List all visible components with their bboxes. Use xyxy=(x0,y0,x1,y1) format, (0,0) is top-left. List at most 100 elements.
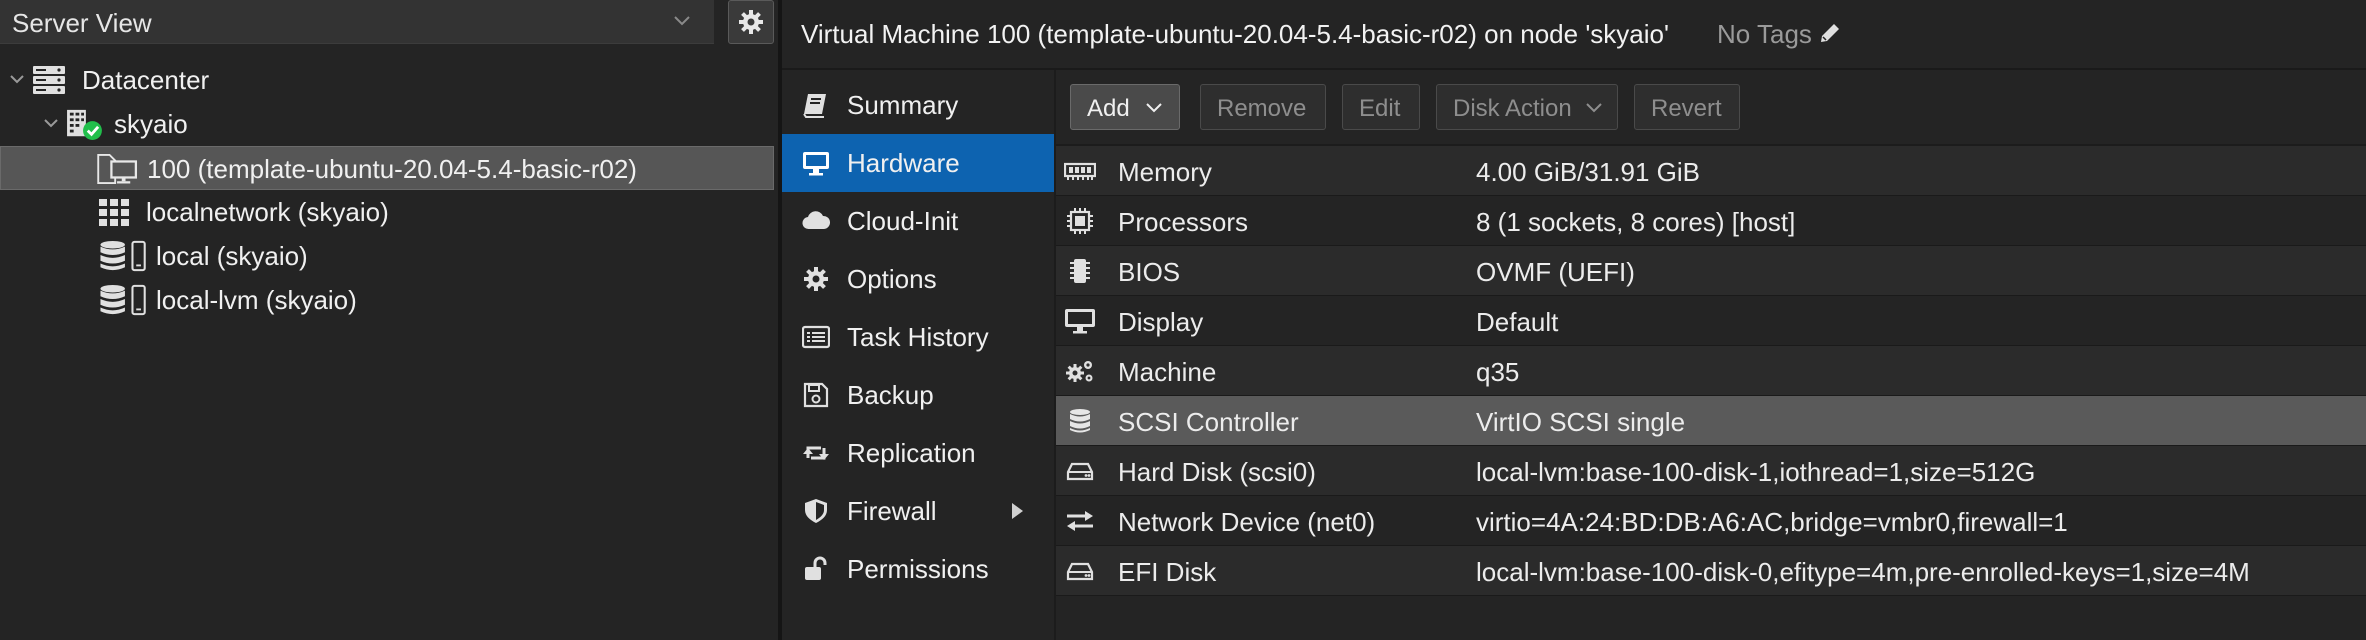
hardware-value: virtio=4A:24:BD:DB:A6:AC,bridge=vmbr0,fi… xyxy=(1476,507,2068,537)
hdd-icon xyxy=(1066,562,1094,581)
hardware-toolbar: Add Remove Edit Disk Action Revert xyxy=(1056,70,2366,146)
nav-firewall[interactable]: Firewall xyxy=(782,482,1054,540)
tree-item-storage-local[interactable]: local (skyaio) xyxy=(0,234,774,278)
nav-label: Task History xyxy=(847,322,989,352)
unlock-icon xyxy=(805,556,827,580)
node-online-icon xyxy=(67,109,102,140)
revert-button[interactable]: Revert xyxy=(1634,84,1740,130)
hardware-name: Display xyxy=(1118,307,1204,337)
hardware-row-display[interactable]: Display Default xyxy=(1056,296,2366,346)
memory-icon xyxy=(1064,162,1096,180)
hardware-row-scsi-controller[interactable]: SCSI Controller VirtIO SCSI single xyxy=(1056,396,2366,446)
add-button-label: Add xyxy=(1087,95,1130,122)
nav-task-history[interactable]: Task History xyxy=(782,308,1054,366)
hardware-value: OVMF (UEFI) xyxy=(1476,257,1635,287)
hardware-name: Processors xyxy=(1118,207,1249,237)
hardware-row-network-device[interactable]: Network Device (net0) virtio=4A:24:BD:DB… xyxy=(1056,496,2366,546)
tree-item-label: 100 (template-ubuntu-20.04-5.4-basic-r02… xyxy=(147,154,637,184)
nav-summary[interactable]: Summary xyxy=(782,76,1054,134)
hardware-value: local-lvm:base-100-disk-1,iothread=1,siz… xyxy=(1476,457,2036,487)
database-icon xyxy=(1070,409,1090,433)
hardware-value: q35 xyxy=(1476,357,1520,387)
hdd-icon xyxy=(1066,462,1094,481)
remove-button[interactable]: Remove xyxy=(1200,84,1326,130)
hardware-name: BIOS xyxy=(1118,257,1181,287)
hardware-name: Network Device (net0) xyxy=(1118,507,1376,537)
tree-item-node[interactable]: skyaio xyxy=(0,102,774,146)
nav-hardware[interactable]: Hardware xyxy=(782,134,1054,192)
vm-nav: Summary Hardware Cloud-Init Options Task… xyxy=(782,76,1054,640)
hardware-name: Hard Disk (scsi0) xyxy=(1118,457,1316,487)
vm-detail-panel: Virtual Machine 100 (template-ubuntu-20.… xyxy=(782,0,2366,640)
view-selector[interactable]: Server View xyxy=(0,0,714,44)
tree-item-label: local (skyaio) xyxy=(156,241,308,271)
nav-label: Hardware xyxy=(847,148,960,178)
cogs-icon xyxy=(1066,361,1093,382)
tree-item-storage-local-lvm[interactable]: local-lvm (skyaio) xyxy=(0,278,774,322)
hardware-value: 4.00 GiB/31.91 GiB xyxy=(1476,157,1701,187)
chevron-down-icon xyxy=(674,16,690,26)
list-icon xyxy=(802,325,830,349)
nav-label: Permissions xyxy=(847,554,989,584)
nav-label: Options xyxy=(847,264,937,294)
hardware-row-memory[interactable]: Memory 4.00 GiB/31.91 GiB xyxy=(1056,146,2366,196)
hardware-name: Machine xyxy=(1118,357,1217,387)
desktop-icon xyxy=(1065,309,1095,334)
chevron-down-icon xyxy=(1586,103,1602,113)
nav-label: Backup xyxy=(847,380,934,410)
hardware-value: VirtIO SCSI single xyxy=(1476,407,1686,437)
hardware-name: EFI Disk xyxy=(1118,557,1217,587)
microchip-icon xyxy=(1070,259,1090,283)
hardware-row-processors[interactable]: Processors 8 (1 sockets, 8 cores) [host] xyxy=(1056,196,2366,246)
gear-icon xyxy=(804,267,828,291)
gear-icon xyxy=(739,10,763,34)
edit-button[interactable]: Edit xyxy=(1342,84,1420,130)
nav-options[interactable]: Options xyxy=(782,250,1054,308)
title-bar: Virtual Machine 100 (template-ubuntu-20.… xyxy=(782,0,2366,70)
hardware-name: SCSI Controller xyxy=(1118,407,1299,437)
datacenter-icon xyxy=(33,66,65,94)
hardware-row-bios[interactable]: BIOS OVMF (UEFI) xyxy=(1056,246,2366,296)
hardware-row-efi-disk[interactable]: EFI Disk local-lvm:base-100-disk-0,efity… xyxy=(1056,546,2366,596)
nav-label: Cloud-Init xyxy=(847,206,959,236)
nav-replication[interactable]: Replication xyxy=(782,424,1054,482)
sdn-zone-icon xyxy=(99,199,129,226)
cloud-icon xyxy=(802,211,830,230)
exchange-icon xyxy=(1067,511,1093,531)
nav-label: Replication xyxy=(847,438,976,468)
nav-label: Firewall xyxy=(847,496,937,526)
chevron-down-icon[interactable] xyxy=(8,70,26,88)
book-icon xyxy=(803,94,826,118)
nav-label: Summary xyxy=(847,90,959,120)
caret-right-icon[interactable] xyxy=(1010,502,1024,520)
tree-item-vm-100[interactable]: 100 (template-ubuntu-20.04-5.4-basic-r02… xyxy=(0,146,774,190)
disk-action-button-label: Disk Action xyxy=(1453,95,1572,122)
hardware-name: Memory xyxy=(1118,157,1212,187)
tags-label: No Tags xyxy=(1717,19,1812,49)
hardware-row-hard-disk[interactable]: Hard Disk (scsi0) local-lvm:base-100-dis… xyxy=(1056,446,2366,496)
hardware-grid: Memory 4.00 GiB/31.91 GiB Processors 8 (… xyxy=(1056,146,2366,596)
hardware-value: local-lvm:base-100-disk-0,efitype=4m,pre… xyxy=(1476,557,2250,587)
floppy-icon xyxy=(803,382,829,408)
tree-item-label: skyaio xyxy=(114,109,188,139)
nav-permissions[interactable]: Permissions xyxy=(782,540,1054,598)
tree-item-datacenter[interactable]: Datacenter xyxy=(0,58,774,102)
tree-item-label: Datacenter xyxy=(82,65,210,95)
disk-action-button[interactable]: Disk Action xyxy=(1436,84,1618,130)
tree-item-label: local-lvm (skyaio) xyxy=(156,285,357,315)
add-button[interactable]: Add xyxy=(1070,84,1180,130)
pencil-icon[interactable] xyxy=(1818,21,1842,45)
vm-template-icon xyxy=(97,153,138,185)
resource-tree-panel: Server View Datacenter skyaio 100 (templ… xyxy=(0,0,778,640)
desktop-icon xyxy=(803,152,829,176)
nav-backup[interactable]: Backup xyxy=(782,366,1054,424)
chevron-down-icon[interactable] xyxy=(42,114,60,132)
hardware-row-machine[interactable]: Machine q35 xyxy=(1056,346,2366,396)
nav-cloud-init[interactable]: Cloud-Init xyxy=(782,192,1054,250)
storage-icon xyxy=(100,284,146,316)
tree-settings-button[interactable] xyxy=(728,0,774,44)
tree-item-localnetwork[interactable]: localnetwork (skyaio) xyxy=(0,190,774,234)
storage-icon xyxy=(100,240,146,272)
cpu-icon xyxy=(1067,208,1093,234)
resource-tree: Datacenter skyaio 100 (template-ubuntu-2… xyxy=(0,58,774,322)
